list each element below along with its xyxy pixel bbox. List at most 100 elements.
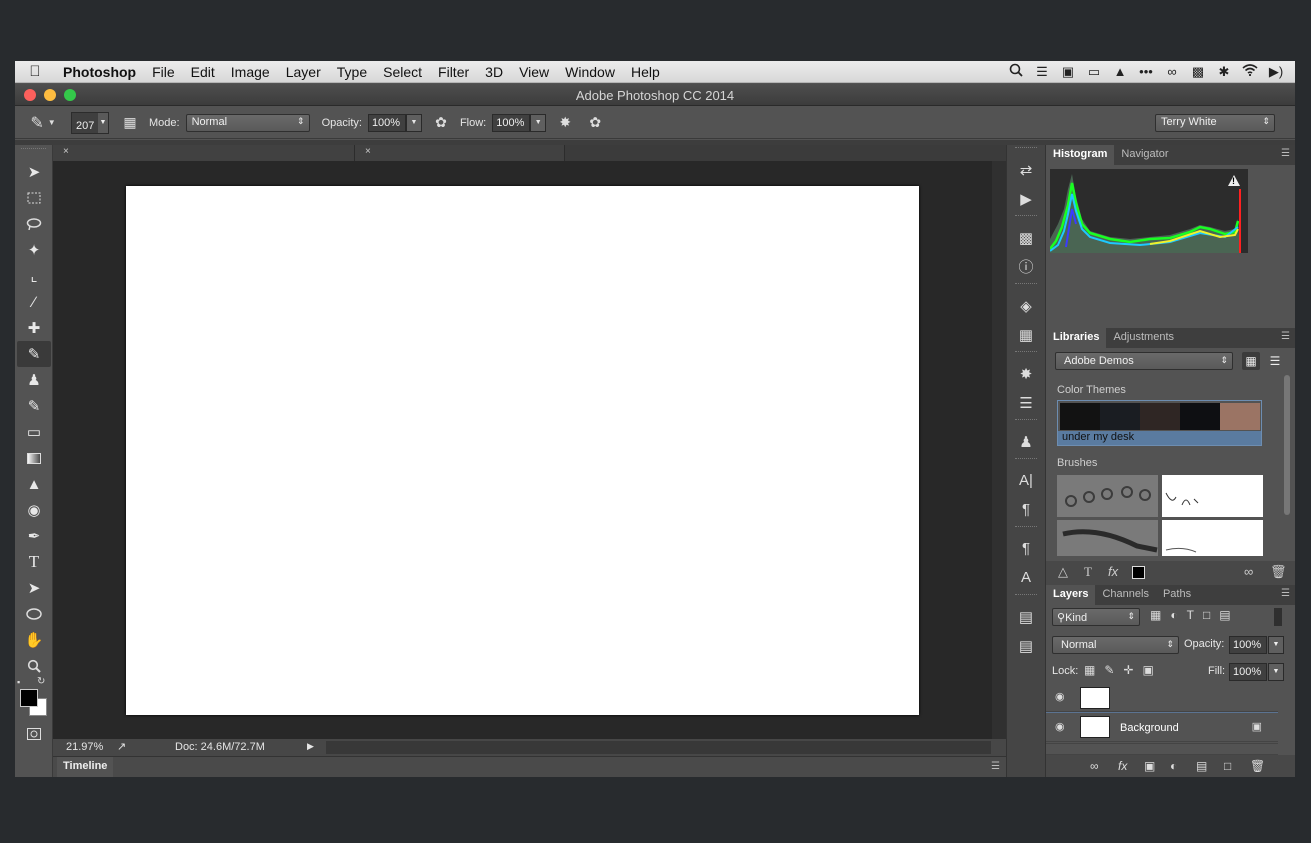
grid-view-icon[interactable]: ▦ (1242, 352, 1260, 370)
add-layer-style-icon[interactable]: fx (1118, 759, 1127, 773)
add-character-style-icon[interactable]: T (1084, 564, 1092, 580)
clone-source-panel-icon[interactable]: ♟ (1007, 427, 1045, 456)
panel-menu-icon[interactable]: ☰ (1281, 148, 1290, 159)
workspace-select[interactable]: Terry White ⇕ (1155, 114, 1275, 132)
opacity-dropdown-button[interactable]: ▼ (405, 113, 422, 132)
list-view-icon[interactable]: ☰ (1266, 352, 1284, 370)
add-mask-icon[interactable]: ▣ (1144, 759, 1155, 773)
menu-select[interactable]: Select (375, 64, 430, 80)
fill-field[interactable]: 100% (1229, 663, 1267, 681)
character-panel-icon[interactable]: A| (1007, 466, 1045, 495)
foreground-color-swatch[interactable] (20, 689, 38, 707)
add-graphic-icon[interactable]: △ (1058, 564, 1068, 580)
quick-selection-tool-icon[interactable]: ✦ (17, 237, 51, 263)
marquee-tool-icon[interactable] (17, 185, 51, 211)
blur-tool-icon[interactable]: ▲ (17, 471, 51, 497)
type-tool-icon[interactable]: T (17, 549, 51, 575)
creative-cloud-sync-icon[interactable]: ∞ (1244, 564, 1253, 579)
paragraph-panel-icon[interactable]: ¶ (1007, 495, 1045, 524)
dodge-tool-icon[interactable]: ◉ (17, 497, 51, 523)
info-panel-icon[interactable]: ⓘ (1007, 252, 1045, 281)
adjustment-filter-icon[interactable]: ◐ (1170, 608, 1177, 622)
hand-tool-icon[interactable]: ✋ (17, 627, 51, 653)
search-icon[interactable] (1003, 63, 1029, 80)
close-tab-icon[interactable]: × (365, 146, 371, 157)
bluetooth-icon[interactable]: ✱ (1211, 64, 1237, 80)
smart-object-filter-icon[interactable]: ▤ (1219, 608, 1230, 622)
history-brush-tool-icon[interactable]: ✎ (17, 393, 51, 419)
tab-libraries[interactable]: Libraries (1046, 328, 1107, 348)
new-layer-icon[interactable]: □ (1224, 759, 1231, 773)
menu-file[interactable]: File (144, 64, 183, 80)
brush-panel-toggle-icon[interactable]: ▦ (119, 112, 141, 134)
tab-timeline[interactable]: Timeline (57, 757, 114, 777)
airplay-icon[interactable]: ▭ (1081, 64, 1107, 80)
character-styles-panel-icon[interactable]: A (1007, 563, 1045, 592)
visibility-eye-icon[interactable]: ◉ (1055, 720, 1065, 733)
notes-panel-icon[interactable]: ▤ (1007, 602, 1045, 631)
pen-tool-icon[interactable]: ✒ (17, 523, 51, 549)
tab-histogram[interactable]: Histogram (1046, 145, 1115, 165)
new-group-icon[interactable]: ▤ (1196, 759, 1207, 773)
panel-grip[interactable] (1015, 351, 1037, 357)
more-icon[interactable]: ••• (1133, 64, 1159, 79)
libraries-scrollbar[interactable] (1284, 375, 1290, 515)
color-theme-item[interactable]: under my desk (1057, 400, 1262, 446)
pixel-filter-icon[interactable]: ▦ (1150, 608, 1161, 622)
list-icon[interactable]: ☰ (1029, 64, 1055, 80)
panel-grip[interactable] (1015, 526, 1037, 532)
menu-image[interactable]: Image (223, 64, 278, 80)
menu-type[interactable]: Type (329, 64, 375, 80)
zoom-tool-icon[interactable] (17, 653, 51, 679)
zoom-level-field[interactable]: 21.97% (66, 741, 103, 753)
menu-3d[interactable]: 3D (477, 64, 511, 80)
tab-channels[interactable]: Channels (1095, 585, 1155, 605)
bell-icon[interactable]: ▲ (1107, 64, 1133, 79)
airbrush-icon[interactable]: ✸ (554, 112, 576, 134)
layer-row[interactable]: ◉ (1046, 684, 1278, 712)
quick-mask-icon[interactable] (17, 721, 51, 747)
actions-panel-icon[interactable]: ▶ (1007, 184, 1045, 213)
add-color-icon[interactable] (1132, 566, 1145, 579)
delete-icon[interactable]: 🗑 (1270, 564, 1287, 580)
menu-window[interactable]: Window (557, 64, 623, 80)
menu-layer[interactable]: Layer (278, 64, 329, 80)
brush-presets-panel-icon[interactable]: ✸ (1007, 359, 1045, 388)
opacity-field[interactable]: 100% (367, 113, 406, 132)
panel-grip[interactable] (1015, 215, 1037, 221)
pressure-size-icon[interactable]: ✿ (584, 112, 606, 134)
lasso-tool-icon[interactable] (17, 211, 51, 237)
menu-filter[interactable]: Filter (430, 64, 477, 80)
type-filter-icon[interactable]: T (1187, 608, 1194, 622)
brush-thumbnail[interactable] (1162, 475, 1263, 517)
share-export-icon[interactable]: ↗ (117, 740, 126, 753)
document-workspace[interactable] (53, 161, 1006, 739)
new-adjustment-layer-icon[interactable]: ◐ (1170, 759, 1177, 773)
menu-edit[interactable]: Edit (183, 64, 223, 80)
panel-grip[interactable] (1015, 419, 1037, 425)
filter-toggle[interactable] (1274, 608, 1282, 626)
layer-filter-kind-select[interactable]: ⚲Kind ⇕ (1052, 608, 1140, 626)
swap-colors-icon[interactable]: ↻ (37, 676, 45, 687)
panel-menu-icon[interactable]: ☰ (991, 761, 1000, 772)
clone-stamp-tool-icon[interactable]: ♟ (17, 367, 51, 393)
pressure-opacity-icon[interactable]: ✿ (430, 112, 452, 134)
path-selection-tool-icon[interactable]: ➤ (17, 575, 51, 601)
lock-image-pixels-icon[interactable]: ✎ (1104, 663, 1114, 677)
brush-thumbnail[interactable] (1162, 520, 1263, 556)
tool-presets-panel-icon[interactable]: ☰ (1007, 388, 1045, 417)
ellipse-tool-icon[interactable] (17, 601, 51, 627)
menu-app-photoshop[interactable]: Photoshop (55, 64, 144, 80)
close-tab-icon[interactable]: × (63, 146, 69, 157)
add-layer-style-icon[interactable]: fx (1108, 564, 1118, 579)
brush-thumbnail[interactable] (1057, 520, 1158, 556)
link-layers-icon[interactable]: ∞ (1090, 759, 1099, 773)
menu-help[interactable]: Help (623, 64, 668, 80)
camera-icon[interactable]: ▣ (1055, 64, 1081, 80)
color-panel-icon[interactable]: ◈ (1007, 291, 1045, 320)
document-canvas[interactable] (126, 186, 919, 715)
layer-row[interactable] (1046, 745, 1278, 755)
panel-menu-icon[interactable]: ☰ (1281, 331, 1290, 342)
brush-tool-icon[interactable]: ✎ (17, 341, 51, 367)
delete-layer-icon[interactable]: 🗑 (1250, 759, 1265, 773)
